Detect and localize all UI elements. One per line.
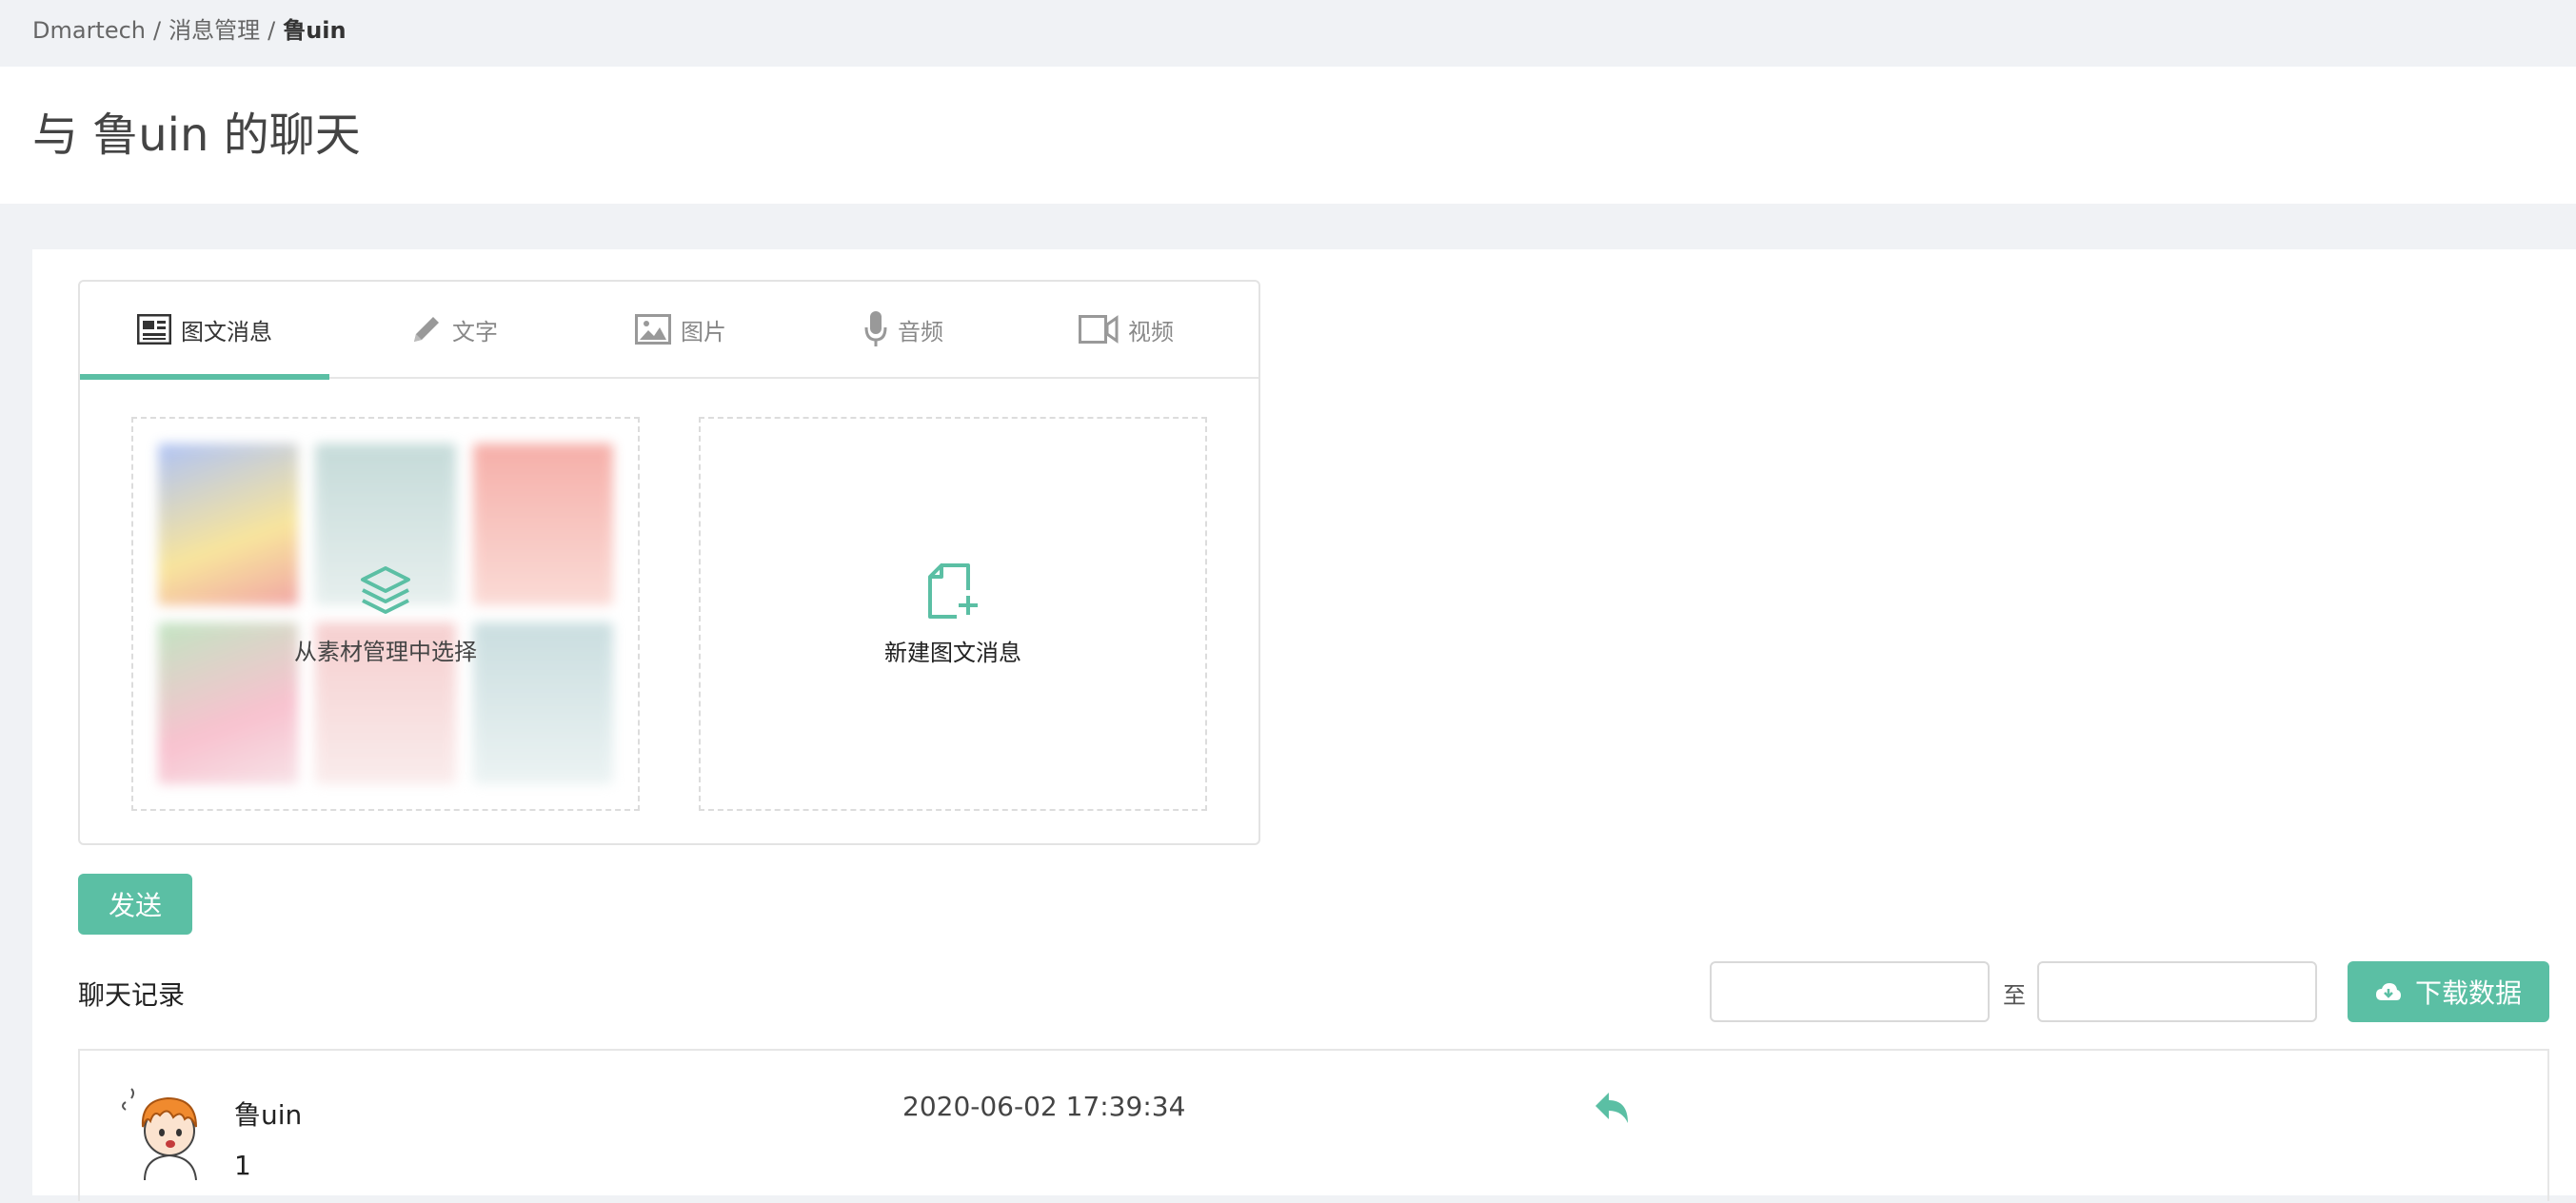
- tab-article-label: 图文消息: [181, 318, 272, 345]
- breadcrumb: Dmartech / 消息管理 / 鲁uin: [0, 0, 2576, 67]
- tab-audio-label: 音频: [898, 318, 943, 345]
- page-header: 与 鲁uin 的聊天: [0, 67, 2576, 204]
- page-title: 与 鲁uin 的聊天: [32, 108, 361, 162]
- reply-icon[interactable]: [1592, 1087, 1634, 1129]
- cloud-download-icon: [2375, 981, 2402, 1002]
- new-file-icon: [924, 562, 981, 624]
- tab-text-label: 文字: [452, 318, 498, 345]
- breadcrumb-item-home[interactable]: Dmartech: [32, 17, 146, 44]
- end-date-input[interactable]: [2037, 961, 2317, 1022]
- tab-video[interactable]: 视频: [1024, 282, 1228, 377]
- avatar: [118, 1085, 198, 1181]
- send-button[interactable]: 发送: [78, 874, 192, 935]
- tab-audio[interactable]: 音频: [783, 282, 1024, 377]
- pencil-icon: [410, 313, 443, 345]
- download-data-label: 下载数据: [2414, 977, 2522, 1009]
- breadcrumb-separator: /: [268, 17, 276, 44]
- breadcrumb-item-messages[interactable]: 消息管理: [168, 17, 260, 44]
- video-camera-icon: [1079, 315, 1119, 344]
- chat-message-item: 鲁uin 1 2020-06-02 17:39:34: [80, 1051, 2547, 1203]
- chat-history-title: 聊天记录: [78, 979, 186, 1011]
- image-icon: [635, 314, 671, 345]
- tab-image-label: 图片: [681, 318, 726, 345]
- message-composer: 图文消息 文字 图片 音频 视频 从素材管理中选择 新建图文消息: [78, 280, 1260, 845]
- newspaper-icon: [137, 314, 171, 345]
- tab-image[interactable]: 图片: [579, 282, 783, 377]
- new-article-label: 新建图文消息: [884, 639, 1021, 666]
- select-from-library-label: 从素材管理中选择: [294, 638, 477, 665]
- chat-message-time: 2020-06-02 17:39:34: [902, 1091, 1186, 1122]
- composer-tabs: 图文消息 文字 图片 音频 视频: [80, 282, 1258, 380]
- tab-video-label: 视频: [1128, 318, 1174, 345]
- chat-history-list: 鲁uin 1 2020-06-02 17:39:34: [78, 1049, 2549, 1201]
- breadcrumb-current: 鲁uin: [283, 17, 347, 44]
- download-data-button[interactable]: 下载数据: [2348, 961, 2549, 1022]
- active-tab-indicator: [80, 374, 329, 380]
- select-from-library-button[interactable]: 从素材管理中选择: [131, 417, 640, 811]
- new-article-button[interactable]: 新建图文消息: [699, 417, 1207, 811]
- chat-message-content: 1: [234, 1150, 251, 1181]
- chat-sender-name: 鲁uin: [234, 1099, 303, 1131]
- microphone-icon: [863, 310, 888, 348]
- main-card: 图文消息 文字 图片 音频 视频 从素材管理中选择 新建图文消息 发送 聊天记录…: [32, 249, 2576, 1201]
- breadcrumb-separator: /: [153, 17, 162, 44]
- date-range-separator: 至: [2003, 982, 2026, 1009]
- start-date-input[interactable]: [1710, 961, 1990, 1022]
- layers-icon: [357, 562, 414, 623]
- tab-text[interactable]: 文字: [329, 282, 579, 377]
- tab-article[interactable]: 图文消息: [80, 282, 329, 380]
